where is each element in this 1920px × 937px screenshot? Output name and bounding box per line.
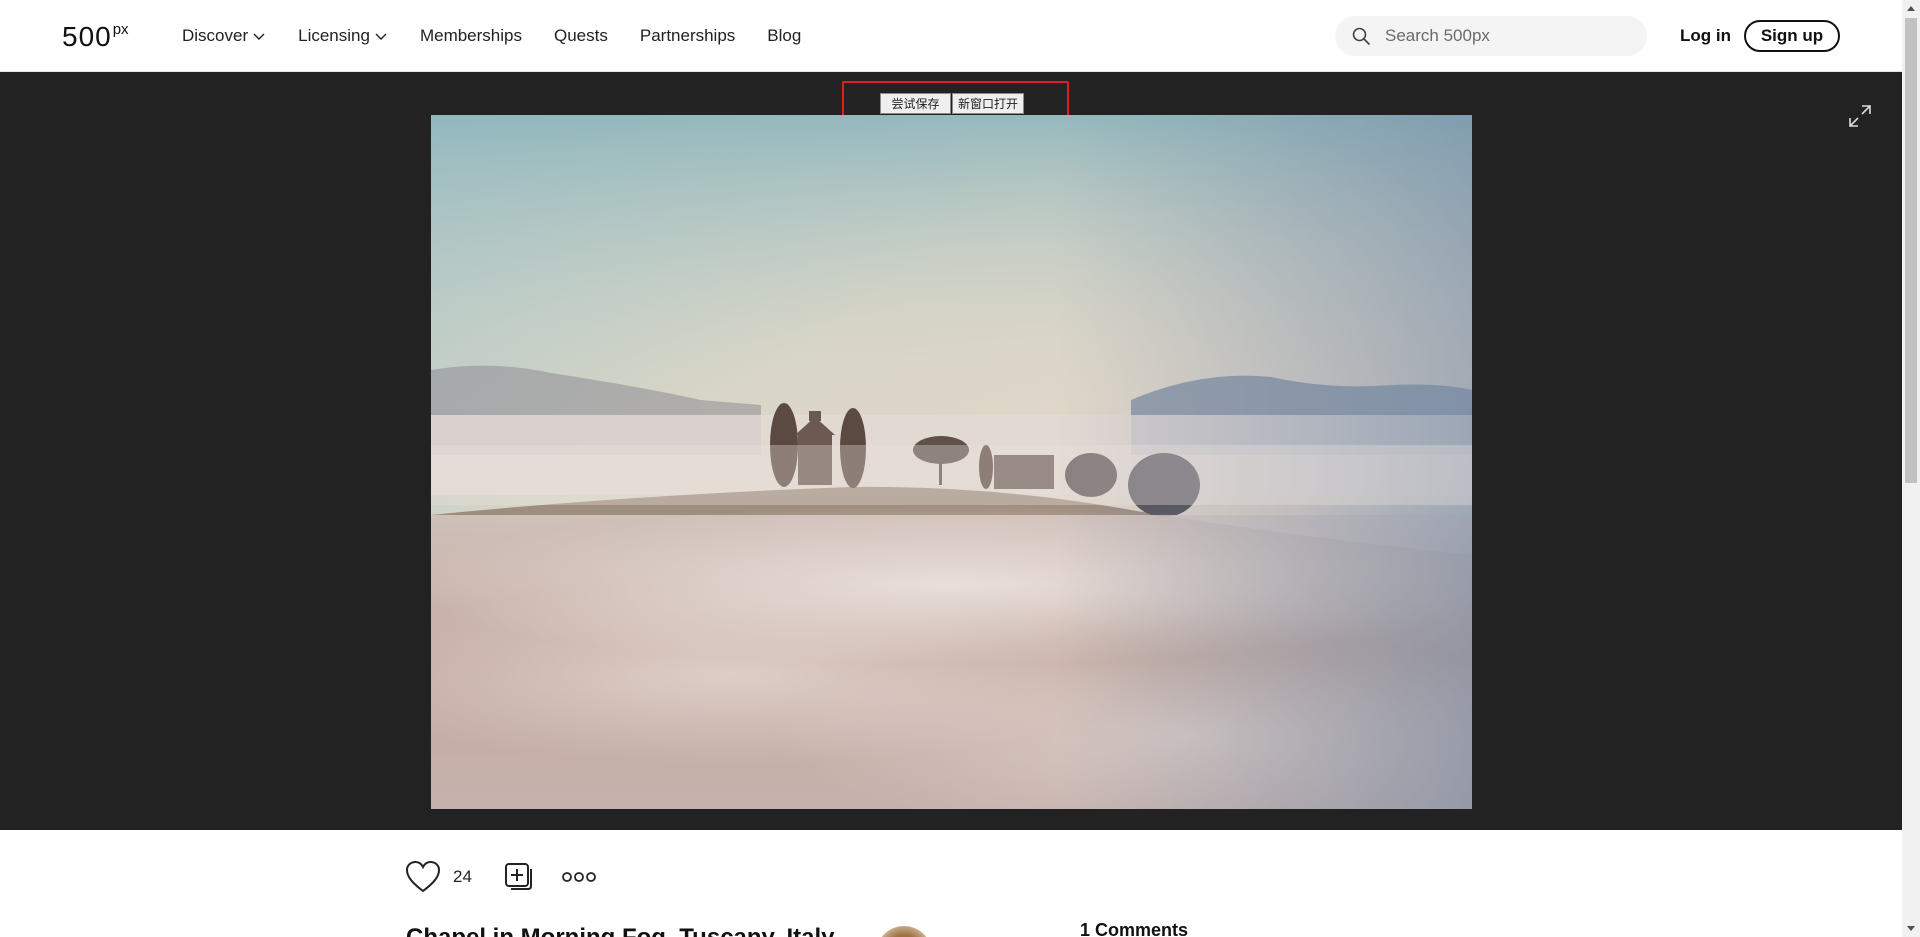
signup-button[interactable]: Sign up: [1744, 20, 1840, 52]
photo-title: Chapel in Morning Fog, Tuscany, Italy: [406, 924, 834, 937]
nav-blog-label: Blog: [767, 26, 802, 45]
nav-discover[interactable]: Discover: [182, 26, 266, 46]
open-new-window-button[interactable]: 新窗口打开: [952, 93, 1024, 114]
author-avatar[interactable]: [876, 926, 932, 937]
nav-licensing-label: Licensing: [298, 26, 370, 45]
foggy-landscape-image: [431, 115, 1472, 809]
scrollbar-thumb[interactable]: [1905, 18, 1917, 483]
page-scrollbar[interactable]: [1902, 0, 1920, 937]
like-count: 24: [453, 867, 472, 886]
main-photo[interactable]: [431, 115, 1472, 809]
top-header: 500 px Discover Licensing Memberships Qu…: [0, 0, 1902, 72]
nav-partnerships[interactable]: Partnerships: [640, 26, 735, 46]
heart-icon[interactable]: [405, 860, 441, 894]
chevron-down-icon: [375, 33, 387, 40]
logo-main-text: 500: [62, 21, 112, 52]
nav-quests-label: Quests: [554, 26, 608, 45]
logo-sup-text: px: [112, 21, 129, 38]
more-options-icon[interactable]: [562, 871, 596, 883]
nav-discover-label: Discover: [182, 26, 249, 45]
scroll-down-arrow-icon[interactable]: [1902, 920, 1920, 937]
comments-heading: 1 Comments: [1080, 920, 1189, 937]
chevron-down-icon: [253, 33, 265, 40]
search-input[interactable]: [1385, 26, 1625, 46]
nav-memberships-label: Memberships: [419, 26, 522, 45]
expand-icon[interactable]: [1848, 104, 1872, 128]
search-bar[interactable]: [1335, 16, 1647, 56]
nav-partnerships-label: Partnerships: [639, 26, 736, 45]
search-icon: [1352, 27, 1370, 45]
photo-actions-bar: 24: [405, 860, 596, 894]
nav-licensing[interactable]: Licensing: [298, 26, 388, 46]
login-link[interactable]: Log in: [1680, 26, 1731, 46]
try-save-button[interactable]: 尝试保存: [880, 93, 951, 114]
add-to-gallery-icon[interactable]: [504, 862, 534, 892]
scroll-up-arrow-icon[interactable]: [1902, 0, 1920, 17]
500px-logo[interactable]: 500 px: [62, 22, 129, 52]
photo-viewer: 尝试保存 新窗口打开: [0, 72, 1902, 830]
main-nav: Discover Licensing Memberships Quests Pa…: [182, 26, 833, 46]
nav-memberships[interactable]: Memberships: [420, 26, 522, 46]
nav-blog[interactable]: Blog: [767, 26, 801, 46]
nav-quests[interactable]: Quests: [554, 26, 608, 46]
